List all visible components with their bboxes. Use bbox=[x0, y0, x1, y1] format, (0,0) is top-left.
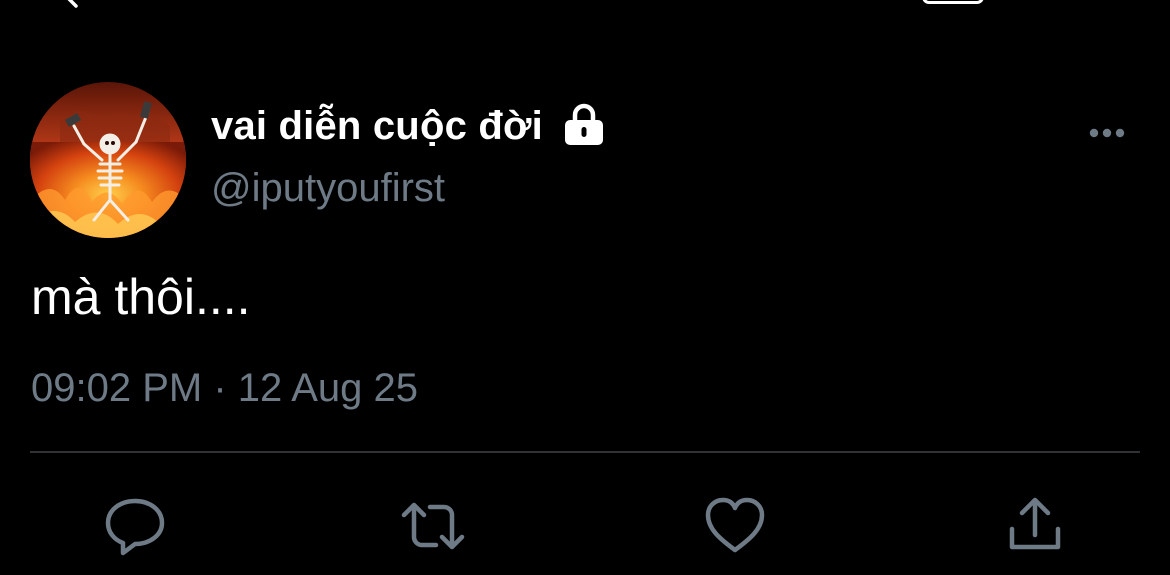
user-handle[interactable]: @iputyoufirst bbox=[211, 166, 445, 211]
chevron-left-icon[interactable] bbox=[60, 0, 82, 8]
tweet-text: mà thôi.... bbox=[31, 269, 251, 325]
display-name[interactable]: vai diễn cuộc đời bbox=[211, 104, 543, 149]
top-navigation-bar bbox=[0, 0, 1170, 8]
heart-icon bbox=[705, 497, 765, 553]
more-dots-icon[interactable] bbox=[1080, 120, 1134, 146]
retweet-button[interactable] bbox=[400, 493, 466, 559]
top-action-button[interactable] bbox=[922, 0, 984, 4]
timestamp-row: 09:02 PM · 12 Aug 25 bbox=[31, 366, 418, 411]
reply-button[interactable] bbox=[102, 493, 168, 559]
avatar[interactable] bbox=[30, 82, 186, 238]
like-button[interactable] bbox=[702, 493, 768, 559]
reply-icon bbox=[105, 498, 165, 556]
retweet-icon bbox=[401, 502, 465, 550]
tweet-date: 12 Aug 25 bbox=[237, 366, 418, 410]
display-name-row: vai diễn cuộc đời bbox=[211, 100, 605, 152]
lock-icon bbox=[564, 103, 603, 145]
share-icon bbox=[1009, 497, 1061, 550]
share-button[interactable] bbox=[1002, 493, 1068, 559]
divider bbox=[30, 451, 1140, 453]
timestamp-separator: · bbox=[213, 366, 227, 410]
tweet-time: 09:02 PM bbox=[31, 366, 203, 410]
